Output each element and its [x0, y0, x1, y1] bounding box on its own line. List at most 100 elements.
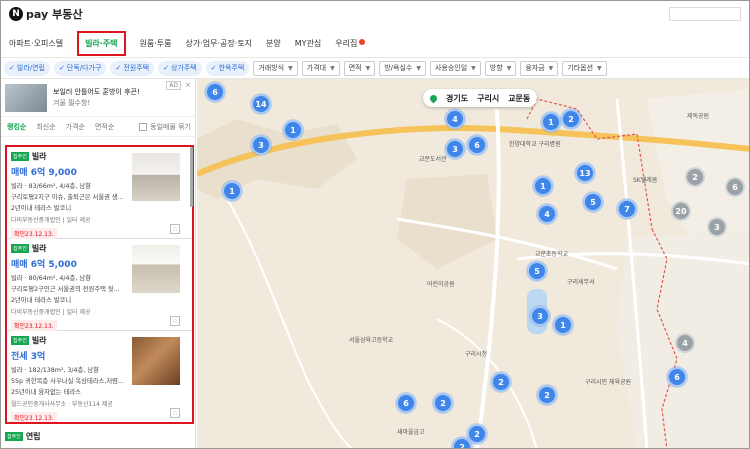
- location-city[interactable]: 구리시: [477, 93, 499, 104]
- listing-feature: 구리토평2지구 이슈, 출퇴근은 서울권 생...: [11, 194, 124, 201]
- confirm-date: 확인23.12.13.: [11, 412, 57, 422]
- map-cluster-marker[interactable]: 13: [575, 163, 595, 183]
- nav-commercial[interactable]: 상가·업무·공장·토지: [186, 38, 253, 49]
- listing-list: 집주인 빌라 매매 6억 9,000 빌라 · 83/66m², 4/4층, 남향…: [5, 145, 194, 424]
- map-cluster-marker[interactable]: 4: [675, 333, 695, 353]
- favorite-star-icon[interactable]: ☆: [170, 224, 180, 234]
- map-cluster-marker[interactable]: 6: [725, 177, 745, 197]
- nav-oneroom[interactable]: 원룸·투룸: [140, 38, 172, 49]
- pay-logo[interactable]: pay: [26, 8, 48, 21]
- listing-photo: [132, 153, 180, 201]
- listing-photo: [132, 245, 180, 293]
- sort-ranking[interactable]: 랭킹순: [7, 122, 26, 132]
- map-cluster-marker[interactable]: 1: [533, 176, 553, 196]
- nav-apartment[interactable]: 아파트·오피스텔: [9, 38, 63, 49]
- check-icon: ✓: [9, 64, 15, 72]
- chevron-down-icon: ▼: [506, 64, 512, 72]
- dropdown-loan[interactable]: 융자금 ▼: [520, 60, 559, 76]
- sort-price[interactable]: 가격순: [66, 122, 85, 132]
- location-province[interactable]: 경기도: [446, 93, 468, 104]
- dropdown-area[interactable]: 면적 ▼: [343, 60, 376, 76]
- dropdown-label: 사용승인일: [434, 64, 468, 72]
- chip-hanok[interactable]: ✓ 한옥주택: [205, 60, 250, 76]
- listing-feature: 55p 귀한복층 사우나실 옥상테라스,저렴...: [11, 378, 124, 385]
- owner-badge: 집주인: [5, 432, 23, 441]
- chevron-down-icon: ▼: [288, 64, 293, 72]
- nav-presale[interactable]: 분양: [266, 38, 281, 49]
- check-icon: ✓: [115, 64, 122, 72]
- map-label: 구리시청: [465, 351, 488, 358]
- chevron-down-icon: ▼: [365, 64, 371, 72]
- dropdown-label: 가격대: [306, 64, 327, 72]
- map-cluster-marker[interactable]: 5: [583, 192, 603, 212]
- top-search-input[interactable]: [669, 7, 741, 21]
- confirm-date: 확인23.12.13.: [11, 320, 57, 331]
- map-cluster-marker[interactable]: 6: [205, 82, 225, 102]
- listing-item[interactable]: 집주인 빌라 전세 3억 빌라 · 182/138m², 3/4층, 남향 55p…: [7, 331, 192, 422]
- dropdown-direction[interactable]: 방향 ▼: [484, 60, 517, 76]
- listing-item[interactable]: 집주인 빌라 매매 6억 5,000 빌라 · 80/64m², 4/4층, 남향…: [7, 239, 192, 331]
- listing-tags: 25년이내 융자없는 테라스: [11, 389, 81, 396]
- ad-banner[interactable]: 보일러 안틀어도 훈방이 후끈! 겨울 필수항! AD ×: [1, 79, 195, 117]
- map-cluster-marker[interactable]: 14: [251, 94, 271, 114]
- dropdown-options[interactable]: 기타옵션 ▼: [562, 60, 607, 76]
- chip-house[interactable]: ✓ 단독/다가구: [54, 60, 107, 76]
- listing-item[interactable]: 집주인 빌라 매매 6억 9,000 빌라 · 83/66m², 4/4층, 남향…: [7, 147, 192, 239]
- map-cluster-marker[interactable]: 2: [491, 372, 511, 392]
- dropdown-label: 방향: [489, 64, 503, 72]
- favorite-star-icon[interactable]: ☆: [170, 316, 180, 326]
- map-cluster-marker[interactable]: 7: [617, 199, 637, 219]
- map-cluster-marker[interactable]: 2: [537, 385, 557, 405]
- location-dong[interactable]: 교문동: [508, 93, 530, 104]
- dropdown-rooms[interactable]: 방/욕실수 ▼: [379, 60, 426, 76]
- chip-shop-house[interactable]: ✓ 상가주택: [158, 60, 202, 76]
- map-view[interactable]: 경기도 구리시 교문동 한양대학교 구리병원 구리시청 SK텔레콤 교문초등학교…: [197, 79, 749, 448]
- map-cluster-marker[interactable]: 2: [685, 167, 705, 187]
- listing-item-next[interactable]: 집주인 연립: [5, 431, 41, 442]
- close-icon[interactable]: ×: [185, 81, 191, 89]
- dropdown-approval-date[interactable]: 사용승인일 ▼: [429, 60, 481, 76]
- map-cluster-marker[interactable]: 3: [707, 217, 727, 237]
- map-cluster-marker[interactable]: 3: [445, 139, 465, 159]
- map-cluster-marker[interactable]: 1: [553, 315, 573, 335]
- top-bar: N pay 부동산: [1, 1, 749, 27]
- sort-area[interactable]: 면적순: [95, 122, 114, 132]
- map-cluster-marker[interactable]: 1: [283, 120, 303, 140]
- map-cluster-marker[interactable]: 1: [541, 112, 561, 132]
- listing-desc: 빌라 · 80/64m², 4/4층, 남향: [11, 275, 91, 282]
- listing-agent: 다비부동산중개법인 | 일터 제공: [11, 217, 91, 224]
- listing-tags: 2년이내 테라스 발코니: [11, 205, 72, 212]
- map-label: 구리시민 체육공원: [585, 379, 632, 386]
- map-cluster-marker[interactable]: 6: [467, 135, 487, 155]
- map-cluster-marker[interactable]: 3: [251, 135, 271, 155]
- nav-my-home-label: 우리집: [335, 38, 358, 48]
- map-cluster-marker[interactable]: 5: [527, 261, 547, 281]
- map-cluster-marker[interactable]: 4: [537, 204, 557, 224]
- scrollbar[interactable]: [190, 147, 193, 207]
- confirm-date: 확인23.12.13.: [11, 228, 57, 239]
- naver-logo-icon[interactable]: N: [9, 7, 23, 21]
- dropdown-price[interactable]: 가격대 ▼: [301, 60, 340, 76]
- map-cluster-marker[interactable]: 20: [671, 201, 691, 221]
- map-cluster-marker[interactable]: 2: [433, 393, 453, 413]
- map-cluster-marker[interactable]: 6: [667, 367, 687, 387]
- map-cluster-marker[interactable]: 2: [561, 109, 581, 129]
- location-pin-icon: [428, 93, 439, 103]
- favorite-star-icon[interactable]: ☆: [170, 408, 180, 418]
- same-listing-toggle[interactable]: 동일매물 묶기: [139, 122, 191, 132]
- nav-my-home[interactable]: 우리집: [335, 38, 366, 49]
- sort-latest[interactable]: 최신순: [36, 122, 55, 132]
- listing-kind: 빌라: [31, 152, 47, 161]
- chip-country-house[interactable]: ✓ 전원주택: [110, 60, 155, 76]
- map-cluster-marker[interactable]: 4: [445, 109, 465, 129]
- dropdown-label: 면적: [348, 64, 362, 72]
- nav-villa[interactable]: 빌라·주택: [85, 39, 117, 48]
- nav-my-interest[interactable]: MY관심: [295, 38, 322, 49]
- service-title[interactable]: 부동산: [52, 6, 82, 22]
- dropdown-trade-type[interactable]: 거래방식 ▼: [253, 60, 298, 76]
- map-cluster-marker[interactable]: 1: [222, 181, 242, 201]
- map-cluster-marker[interactable]: 6: [396, 393, 416, 413]
- chip-villa[interactable]: ✓ 빌라/연립: [4, 60, 50, 76]
- listing-kind: 빌라: [31, 244, 47, 253]
- map-cluster-marker[interactable]: 3: [530, 306, 550, 326]
